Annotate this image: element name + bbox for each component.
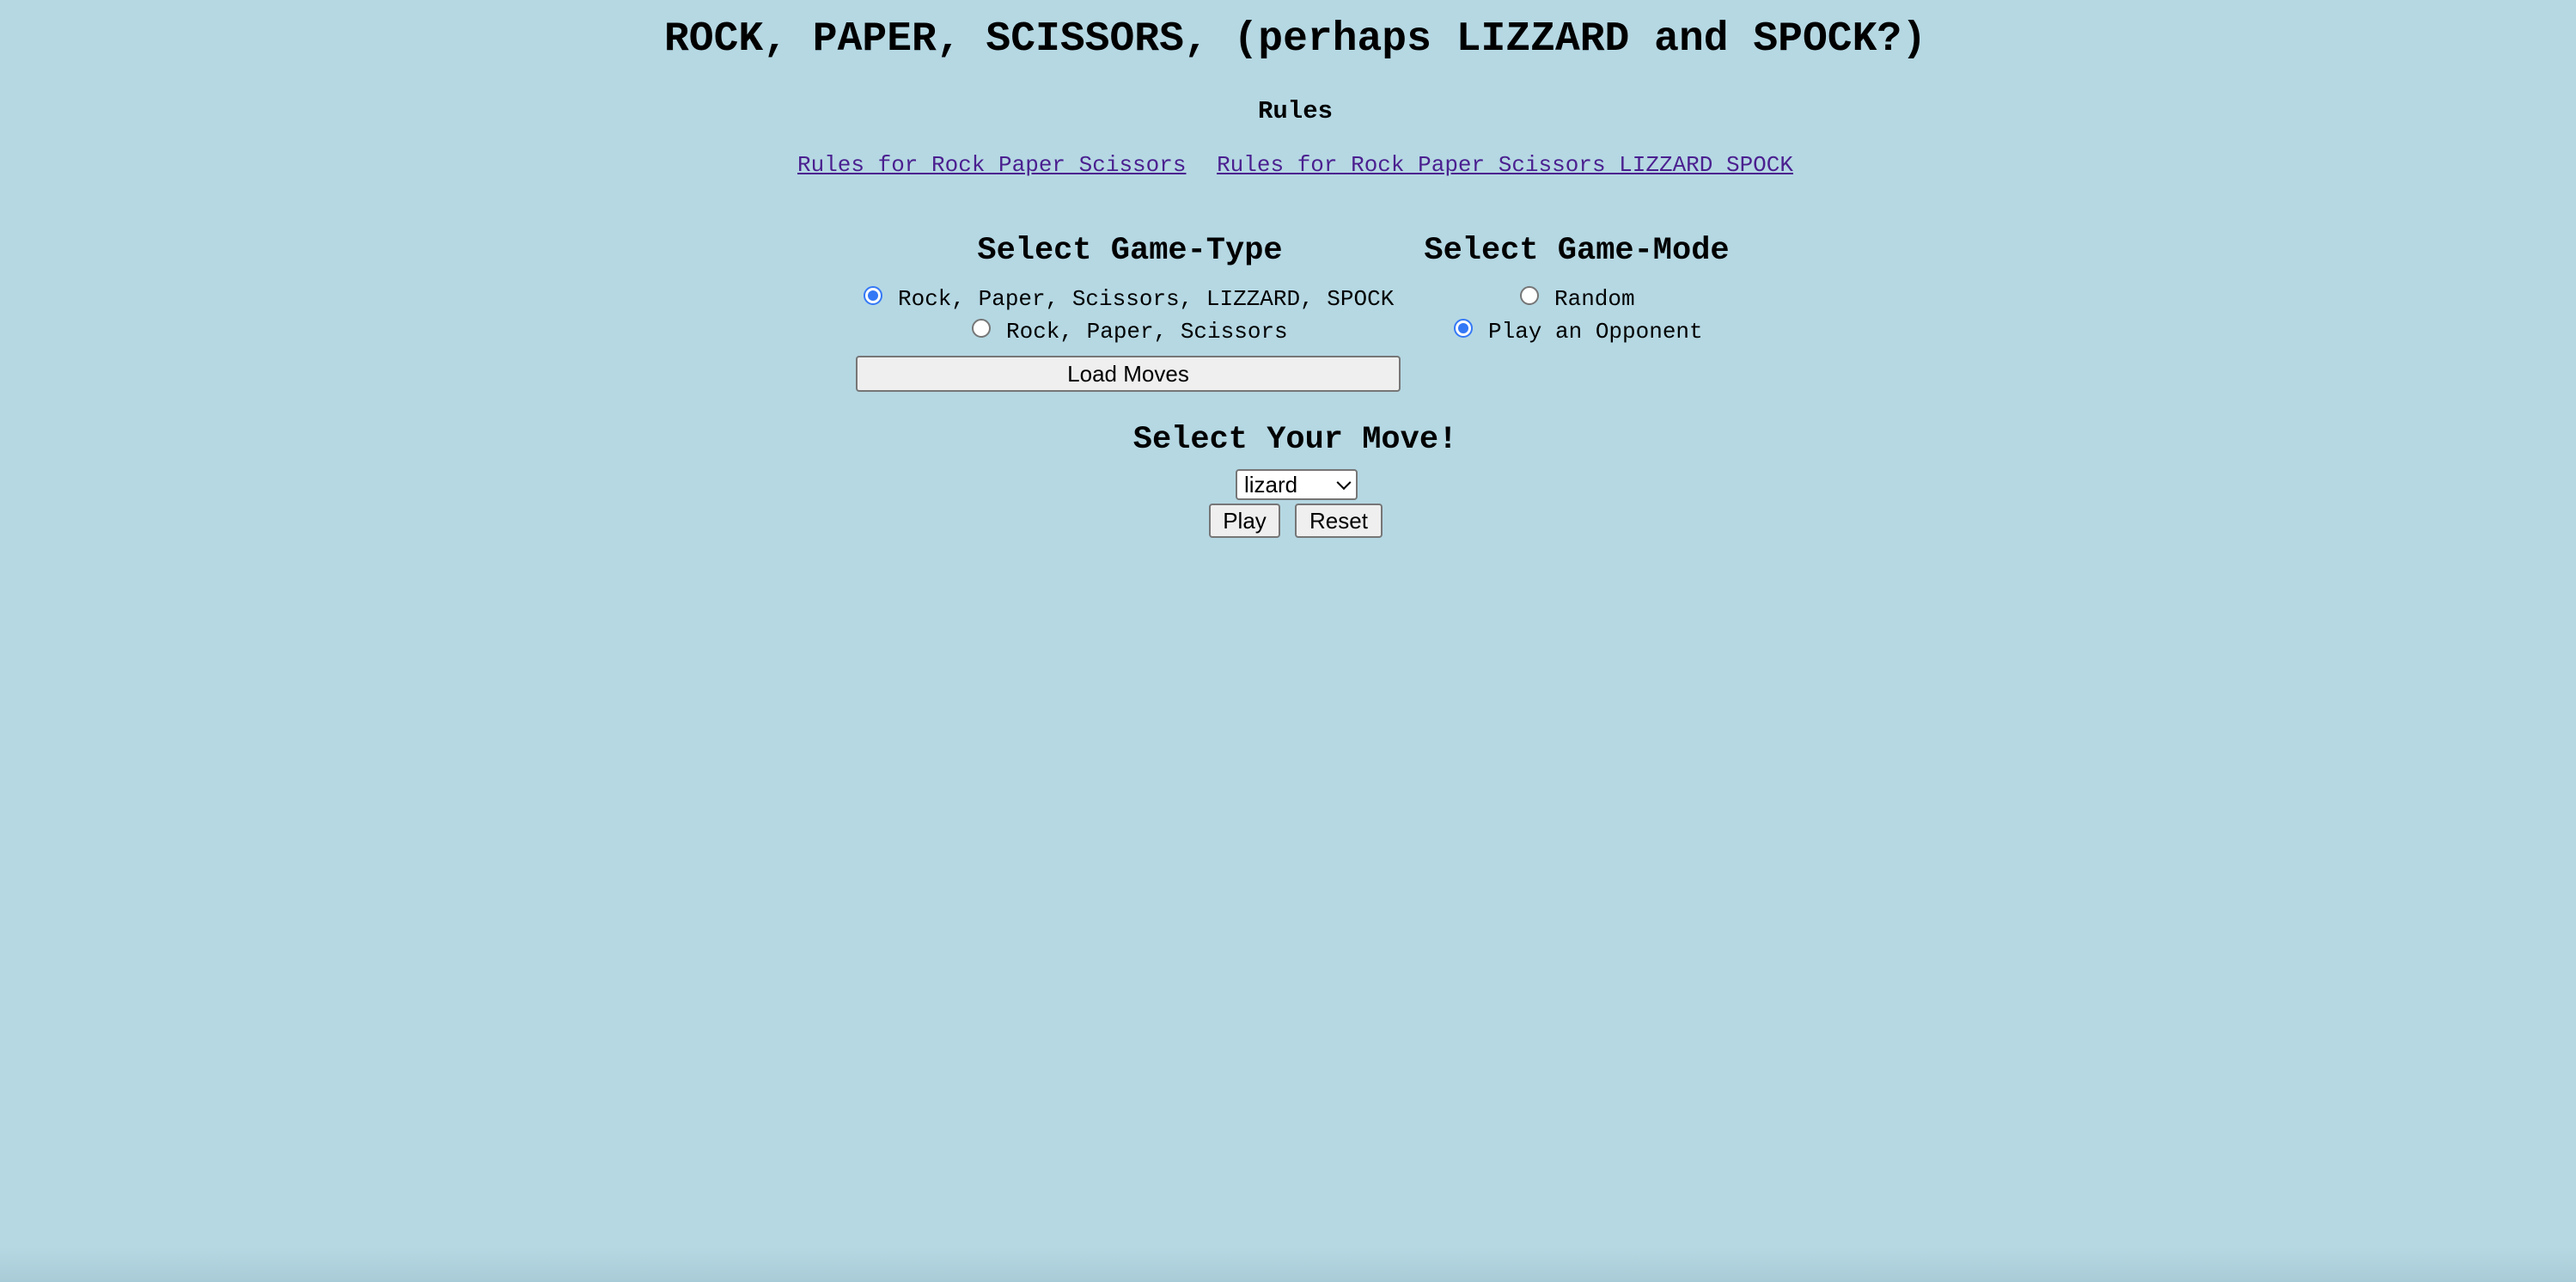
- reset-button[interactable]: Reset: [1295, 504, 1383, 538]
- game-type-radio-rps[interactable]: [972, 319, 991, 338]
- move-heading: Select Your Move!: [1132, 422, 1458, 458]
- rules-link-rps[interactable]: Rules for Rock Paper Scissors: [797, 152, 1186, 178]
- move-select[interactable]: lizard: [1236, 469, 1358, 500]
- game-type-option-rpsls[interactable]: Rock, Paper, Scissors, LIZZARD, SPOCK: [864, 284, 1394, 314]
- play-button[interactable]: Play: [1209, 504, 1280, 538]
- rules-links: Rules for Rock Paper Scissors Rules for …: [0, 148, 2576, 182]
- game-mode-option-label: Random: [1554, 286, 1635, 312]
- game-type-heading: Select Game-Type: [977, 233, 1283, 269]
- game-type-option-rps[interactable]: Rock, Paper, Scissors: [972, 316, 1288, 347]
- game-mode-heading: Select Game-Mode: [1424, 233, 1730, 269]
- game-mode-option-random[interactable]: Random: [1520, 284, 1635, 314]
- game-mode-radio-random[interactable]: [1520, 286, 1539, 305]
- load-moves-button[interactable]: Load Moves: [856, 356, 1401, 392]
- move-select-value: lizard: [1244, 471, 1298, 498]
- rules-heading: Rules: [1257, 97, 1333, 125]
- game-type-option-label: Rock, Paper, Scissors: [1006, 319, 1288, 345]
- chevron-down-icon: [1336, 475, 1352, 491]
- rules-link-rpsls[interactable]: Rules for Rock Paper Scissors LIZZARD SP…: [1217, 152, 1793, 178]
- page-title: ROCK, PAPER, SCISSORS, (perhaps LIZZARD …: [663, 16, 1927, 63]
- game-type-option-label: Rock, Paper, Scissors, LIZZARD, SPOCK: [898, 286, 1395, 312]
- game-type-radio-rpsls[interactable]: [864, 286, 882, 305]
- bottom-shade: [0, 1248, 2576, 1282]
- game-mode-option-label: Play an Opponent: [1488, 319, 1703, 345]
- game-mode-radio-opponent[interactable]: [1454, 319, 1473, 338]
- game-mode-option-opponent[interactable]: Play an Opponent: [1454, 316, 1703, 347]
